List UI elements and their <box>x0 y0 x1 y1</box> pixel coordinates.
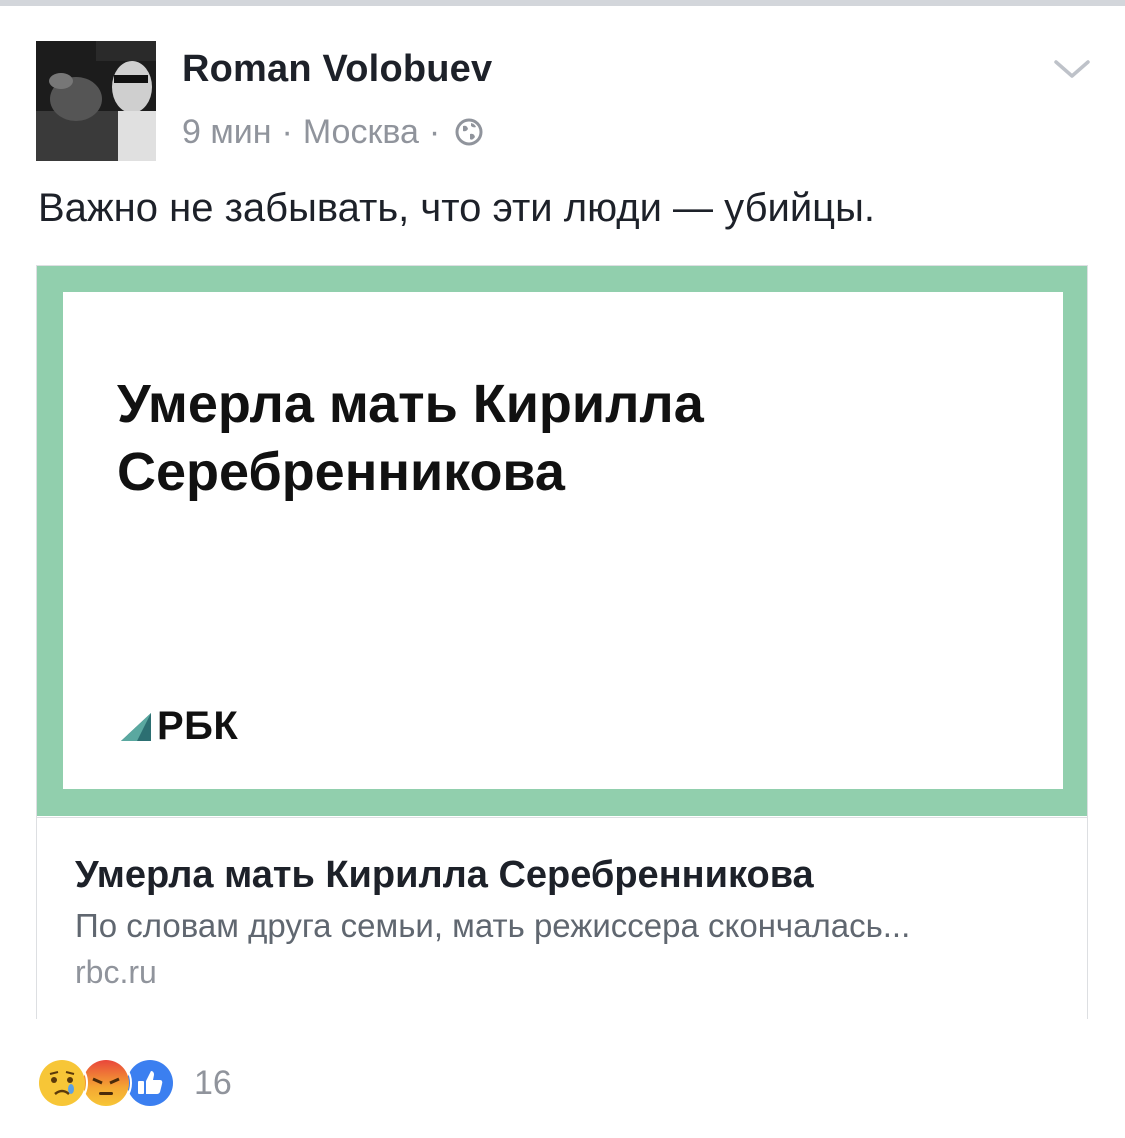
post-meta: 9 мин · Москва · <box>182 110 484 154</box>
link-preview-image[interactable]: Умерла мать Кирилла Серебренникова РБК <box>37 266 1087 816</box>
top-divider <box>0 0 1125 6</box>
chevron-down-icon[interactable] <box>1050 52 1094 86</box>
preview-image-panel: Умерла мать Кирилла Серебренникова РБК <box>63 292 1063 789</box>
link-preview-footer[interactable]: Умерла мать Кирилла Серебренникова По сл… <box>37 817 1087 1019</box>
meta-separator: · <box>281 112 293 151</box>
reactions-summary[interactable]: 16 <box>36 1057 232 1109</box>
link-title[interactable]: Умерла мать Кирилла Серебренникова <box>75 854 814 897</box>
sad-reaction-icon <box>36 1057 88 1109</box>
post-text: Важно не забывать, что эти люди — убийцы… <box>38 186 875 230</box>
rbc-logo-text: РБК <box>157 704 239 748</box>
globe-icon[interactable] <box>454 117 484 147</box>
link-description: По словам друга семьи, мать режиссера ск… <box>75 907 911 944</box>
link-domain: rbc.ru <box>75 954 157 990</box>
rbc-logo-mark-icon <box>121 712 151 741</box>
preview-image-headline: Умерла мать Кирилла Серебренникова <box>117 374 704 502</box>
meta-separator: · <box>428 112 441 151</box>
post-time[interactable]: 9 мин <box>182 113 272 152</box>
author-avatar[interactable] <box>36 41 156 161</box>
post-location[interactable]: Москва <box>303 113 419 152</box>
author-name[interactable]: Roman Volobuev <box>182 48 492 91</box>
link-preview-card[interactable]: Умерла мать Кирилла Серебренникова РБК У… <box>36 265 1088 1019</box>
reaction-count[interactable]: 16 <box>194 1064 232 1103</box>
rbc-logo: РБК <box>117 704 238 749</box>
